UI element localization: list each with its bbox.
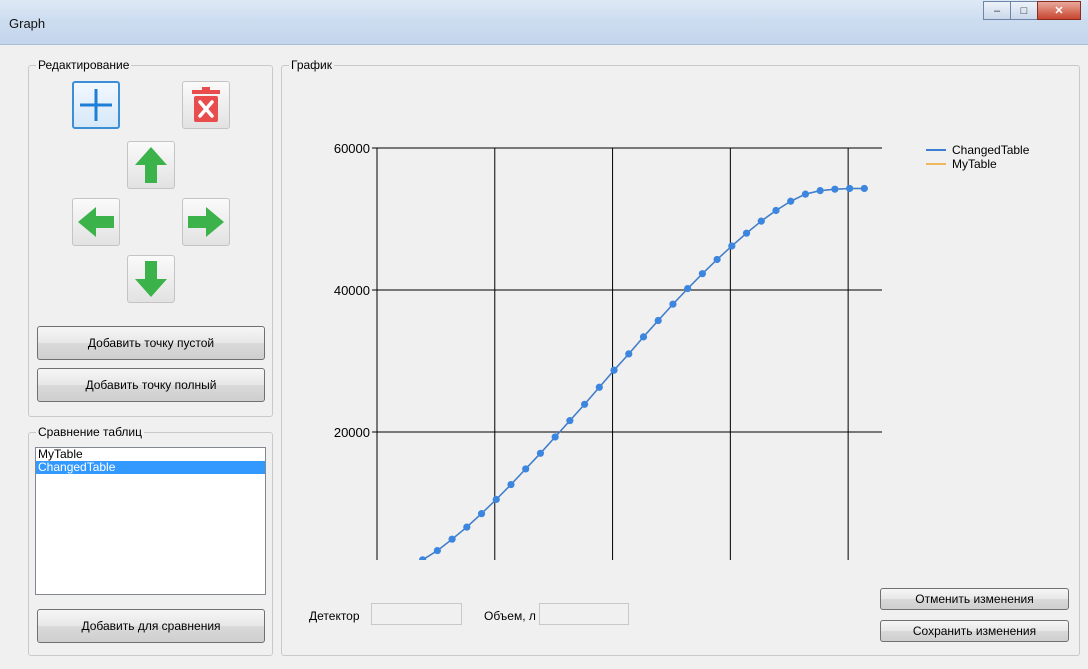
arrow-down-icon: [135, 261, 167, 297]
arrow-left-icon: [78, 207, 114, 237]
data-point: [463, 523, 471, 531]
data-point: [551, 433, 559, 441]
title-bar[interactable]: Graph – □ ✕: [0, 0, 1088, 45]
detector-label: Детектор: [309, 609, 360, 623]
compare-group: Сравнение таблиц MyTable ChangedTable До…: [28, 425, 273, 656]
data-point: [507, 480, 515, 489]
close-icon: ✕: [1054, 5, 1064, 17]
graph-group-label: График: [289, 58, 334, 72]
data-point: [787, 197, 795, 205]
add-empty-point-button[interactable]: Добавить точку пустой: [37, 326, 265, 360]
data-point: [757, 217, 765, 225]
data-point: [816, 187, 824, 195]
y-tick-label: 20000: [334, 425, 370, 440]
legend-label-changedtable: ChangedTable: [952, 143, 1030, 157]
move-right-button[interactable]: [182, 198, 230, 246]
data-point: [728, 242, 736, 250]
data-point: [522, 465, 530, 473]
series-line-mytable: [420, 187, 865, 560]
close-button[interactable]: ✕: [1037, 1, 1081, 20]
chart-axes: 772597251172513725157250200004000060000: [334, 141, 378, 560]
arrow-up-icon: [135, 147, 167, 183]
data-point: [669, 300, 677, 308]
data-point: [448, 535, 456, 543]
data-point: [566, 417, 574, 425]
detector-field[interactable]: [371, 603, 462, 625]
data-point: [742, 229, 751, 237]
data-point: [713, 255, 721, 264]
chart[interactable]: 772597251172513725157250200004000060000 …: [288, 100, 1068, 560]
move-up-button[interactable]: [127, 141, 175, 189]
data-point: [580, 400, 589, 408]
legend-label-mytable: MyTable: [952, 157, 997, 171]
data-point: [419, 556, 427, 560]
maximize-button[interactable]: □: [1010, 1, 1038, 20]
data-point: [846, 184, 854, 193]
data-point: [654, 316, 662, 325]
data-point: [433, 546, 441, 555]
cancel-changes-button[interactable]: Отменить изменения: [880, 588, 1069, 610]
data-point: [610, 366, 618, 374]
delete-point-button[interactable]: [182, 81, 230, 129]
data-point: [698, 270, 706, 278]
data-point: [801, 190, 810, 198]
y-tick-label: 60000: [334, 141, 370, 156]
minimize-button[interactable]: –: [983, 1, 1011, 20]
data-point: [595, 383, 603, 391]
delete-icon: [192, 87, 220, 122]
chart-series: [419, 184, 868, 560]
compare-group-label: Сравнение таблиц: [36, 425, 144, 439]
move-left-button[interactable]: [72, 198, 120, 246]
window-title: Graph: [9, 16, 46, 31]
data-point: [860, 184, 868, 193]
data-point: [477, 510, 486, 518]
list-item-changedtable[interactable]: ChangedTable: [36, 461, 265, 474]
maximize-icon: □: [1020, 4, 1028, 17]
tables-listbox[interactable]: MyTable ChangedTable: [35, 447, 266, 595]
edit-group-label: Редактирование: [36, 58, 132, 72]
y-tick-label: 40000: [334, 283, 370, 298]
edit-group: Редактирование Добавить точку пустой Доб…: [28, 58, 273, 417]
data-point: [684, 284, 692, 293]
chart-legend: ChangedTableMyTable: [926, 143, 1030, 171]
data-point: [492, 495, 500, 504]
data-point: [625, 350, 633, 358]
volume-field[interactable]: [539, 603, 629, 625]
plus-icon: [80, 89, 112, 121]
series-line-changedtable: [420, 187, 865, 560]
save-changes-button[interactable]: Сохранить изменения: [880, 620, 1069, 642]
window-controls: – □ ✕: [983, 1, 1081, 20]
arrow-right-icon: [188, 207, 224, 237]
add-point-button[interactable]: [72, 81, 120, 129]
window-client: Редактирование Добавить точку пустой Доб…: [0, 45, 1088, 669]
data-point: [639, 333, 648, 341]
add-full-point-button[interactable]: Добавить точку полный: [37, 368, 265, 402]
data-point: [536, 449, 545, 457]
volume-label: Объем, л: [484, 609, 536, 623]
data-point: [772, 206, 780, 215]
minimize-icon: –: [993, 4, 1001, 17]
move-down-button[interactable]: [127, 255, 175, 303]
data-point: [831, 185, 839, 193]
add-for-compare-button[interactable]: Добавить для сравнения: [37, 609, 265, 643]
